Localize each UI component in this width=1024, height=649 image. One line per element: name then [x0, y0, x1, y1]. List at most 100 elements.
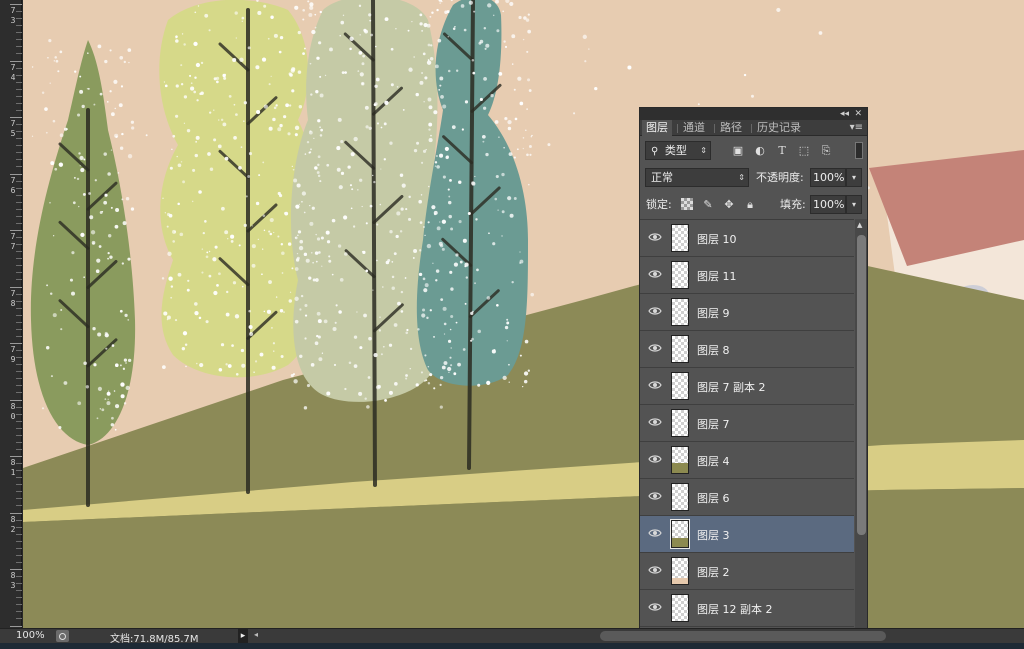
checker-icon[interactable]	[681, 198, 693, 210]
stepper-icon: ⇕	[700, 146, 707, 155]
layer-name[interactable]: 图层 7	[697, 416, 730, 432]
close-icon[interactable]: ✕	[854, 108, 862, 120]
eye-icon[interactable]	[648, 231, 662, 243]
blend-row: 正常 ⇕ 不透明度: 100% ▾	[640, 165, 867, 192]
ruler-label: 3	[10, 581, 16, 590]
tab-paths[interactable]: 路径	[716, 120, 746, 136]
layer-list-scrollbar[interactable]: ▲ ▼	[855, 219, 867, 642]
layer-name[interactable]: 图层 11	[697, 268, 737, 284]
ruler-label: 7	[10, 175, 16, 185]
eye-icon[interactable]	[648, 379, 662, 391]
photoshop-window: 7374757677787980818283 ◂◂ ✕ 图层 通道 路径 历史记…	[0, 0, 1024, 649]
layers-panel: ◂◂ ✕ 图层 通道 路径 历史记录 ▾≡ ⚲ 类型 ⇕ ▣ ◐ T ⬚ ⎘ 正…	[639, 107, 868, 643]
image-icon[interactable]: ▣	[731, 144, 745, 158]
eye-icon[interactable]	[648, 268, 662, 280]
text-icon[interactable]: T	[775, 144, 789, 158]
collapse-icon[interactable]: ◂◂	[840, 108, 849, 120]
layer-name[interactable]: 图层 8	[697, 342, 730, 358]
eye-icon[interactable]	[648, 490, 662, 502]
layer-thumbnail[interactable]	[671, 298, 689, 326]
ruler-label: 9	[10, 355, 16, 364]
layer-name[interactable]: 图层 7 副本 2	[697, 379, 766, 395]
ruler-label: 7	[10, 242, 16, 251]
layer-list: 图层 10 图层 11 图层 9 图层 8 图层 7 副本 2 图层 7 图层 4 图层 6 图…	[640, 219, 854, 642]
eye-icon[interactable]	[648, 527, 662, 539]
scroll-thumb[interactable]	[857, 235, 866, 535]
fill-dropdown[interactable]: ▾	[846, 195, 862, 214]
panel-tabs: 图层 通道 路径 历史记录 ▾≡	[640, 120, 867, 136]
layer-thumbnail[interactable]	[671, 261, 689, 289]
ruler-label: 0	[10, 411, 16, 421]
padlock-icon[interactable]: 🔒︎	[743, 198, 757, 212]
circle-half-icon[interactable]: ◐	[753, 144, 767, 158]
layer-row[interactable]: 图层 4	[640, 442, 854, 479]
layer-row[interactable]: 图层 7	[640, 405, 854, 442]
scroll-up-icon[interactable]: ▲	[857, 221, 862, 229]
eye-icon[interactable]	[648, 601, 662, 613]
eye-icon[interactable]	[648, 564, 662, 576]
panel-menu-icon[interactable]: ▾≡	[850, 120, 863, 136]
brush-icon[interactable]: ✎	[701, 198, 715, 212]
shape-icon[interactable]: ⬚	[797, 144, 811, 158]
layer-row[interactable]: 图层 9	[640, 294, 854, 331]
ruler-label: 7	[10, 232, 16, 241]
layer-thumbnail[interactable]	[671, 446, 689, 474]
layer-thumbnail[interactable]	[671, 594, 689, 622]
filter-type-select[interactable]: ⚲ 类型 ⇕	[645, 141, 711, 160]
layer-name[interactable]: 图层 4	[697, 453, 730, 469]
layer-row[interactable]: 图层 11	[640, 257, 854, 294]
layer-thumbnail[interactable]	[670, 519, 690, 549]
eye-icon[interactable]	[648, 305, 662, 317]
artwork	[23, 0, 1024, 628]
layer-row[interactable]: 图层 10	[640, 220, 854, 257]
document-canvas[interactable]	[23, 0, 1024, 628]
ruler-label: 7	[10, 288, 16, 298]
layer-thumbnail[interactable]	[671, 335, 689, 363]
fill-input[interactable]: 100%	[810, 195, 846, 214]
layer-row[interactable]: 图层 6	[640, 479, 854, 516]
layer-thumbnail[interactable]	[671, 409, 689, 437]
layer-thumbnail[interactable]	[671, 372, 689, 400]
layer-row[interactable]: 图层 8	[640, 331, 854, 368]
layer-name[interactable]: 图层 6	[697, 490, 730, 506]
layer-name[interactable]: 图层 2	[697, 564, 730, 580]
layer-name[interactable]: 图层 12 副本 2	[697, 601, 773, 617]
ruler-label: 5	[10, 129, 16, 138]
scroll-left-icon[interactable]: ◂	[254, 630, 258, 639]
eye-icon[interactable]	[648, 453, 662, 465]
blend-mode-select[interactable]: 正常 ⇕	[645, 168, 749, 187]
smart-object-icon[interactable]: ⎘	[819, 144, 833, 158]
zoom-level[interactable]: 100%	[16, 630, 45, 641]
eye-icon[interactable]	[648, 416, 662, 428]
layer-row[interactable]: 图层 2	[640, 553, 854, 590]
opacity-input[interactable]: 100%	[810, 168, 846, 187]
ruler-label: 1	[10, 468, 16, 477]
tab-channels[interactable]: 通道	[679, 120, 709, 136]
ruler-label: 7	[10, 119, 16, 128]
layer-name[interactable]: 图层 9	[697, 305, 730, 321]
tab-history[interactable]: 历史记录	[753, 120, 805, 136]
layer-name[interactable]: 图层 10	[697, 231, 737, 247]
status-info-icon[interactable]	[56, 630, 69, 642]
lock-label: 锁定:	[646, 198, 672, 211]
ruler-label: 2	[10, 524, 16, 534]
filter-toggle[interactable]	[855, 142, 863, 159]
layer-row[interactable]: 图层 12 副本 2	[640, 590, 854, 627]
layer-thumbnail[interactable]	[671, 557, 689, 585]
layer-row[interactable]: 图层 7 副本 2	[640, 368, 854, 405]
tab-layers[interactable]: 图层	[642, 120, 672, 136]
eye-icon[interactable]	[648, 342, 662, 354]
status-bar: 100% 文档:71.8M/85.7M ▸ ◂	[0, 628, 1024, 645]
horizontal-scrollbar[interactable]	[600, 631, 886, 641]
move-icon[interactable]: ✥	[722, 198, 736, 212]
ruler-label: 8	[10, 298, 16, 308]
status-menu-arrow[interactable]: ▸	[238, 629, 248, 643]
layer-name[interactable]: 图层 3	[697, 527, 730, 543]
ruler-label: 6	[10, 185, 16, 195]
vertical-ruler[interactable]: 7374757677787980818283	[0, 0, 22, 628]
opacity-dropdown[interactable]: ▾	[846, 168, 862, 187]
layer-thumbnail[interactable]	[671, 483, 689, 511]
ruler-label: 3	[10, 16, 16, 25]
layer-thumbnail[interactable]	[671, 224, 689, 252]
layer-row[interactable]: 图层 3	[640, 516, 854, 553]
